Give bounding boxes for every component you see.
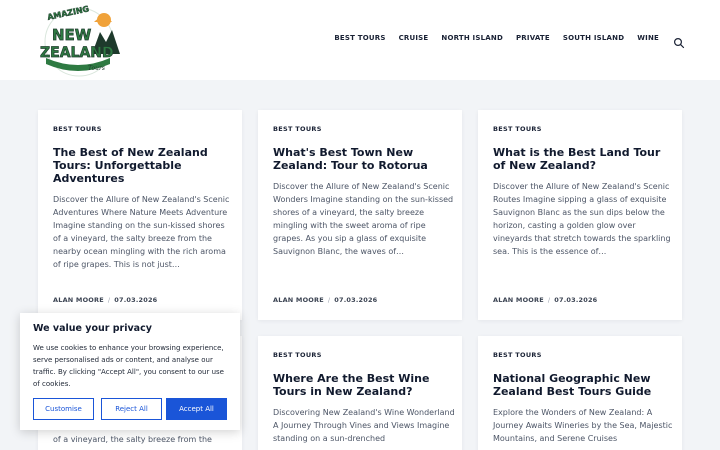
post-card: BEST TOURS What is the Best Land Tour of… — [478, 110, 682, 320]
meta-separator: / — [547, 296, 551, 304]
post-category[interactable]: BEST TOURS — [493, 125, 542, 133]
cookie-title: We value your privacy — [33, 323, 152, 334]
meta-separator: / — [107, 296, 111, 304]
nav-item-private[interactable]: PRIVATE — [516, 34, 550, 42]
post-category[interactable]: BEST TOURS — [53, 125, 102, 133]
post-category[interactable]: BEST TOURS — [273, 351, 322, 359]
post-author[interactable]: ALAN MOORE — [493, 296, 544, 304]
post-card: BEST TOURS The Best of New Zealand Tours… — [38, 110, 242, 320]
post-meta: ALAN MOORE/07.03.2026 — [53, 296, 157, 304]
nav-item-cruise[interactable]: CRUISE — [399, 34, 429, 42]
post-meta: ALAN MOORE/07.03.2026 — [273, 296, 377, 304]
post-date: 07.03.2026 — [334, 296, 378, 304]
post-title[interactable]: What is the Best Land Tour of New Zealan… — [493, 146, 673, 172]
post-excerpt: Discover the Allure of New Zealand's Sce… — [273, 182, 454, 257]
post-card: BEST TOURS What's Best Town New Zealand:… — [258, 110, 462, 320]
post-excerpt: Discover the Allure of New Zealand's Sce… — [53, 195, 230, 270]
primary-nav: BEST TOURS CRUISE NORTH ISLAND PRIVATE S… — [334, 34, 659, 42]
post-excerpt: Explore the Wonders of New Zealand: A Jo… — [493, 408, 673, 444]
cookie-consent-banner: We value your privacy We use cookies to … — [20, 313, 240, 430]
post-title[interactable]: The Best of New Zealand Tours: Unforgett… — [53, 146, 233, 185]
logo-sub-text: Tours — [88, 65, 105, 72]
post-category[interactable]: BEST TOURS — [273, 125, 322, 133]
reject-all-button[interactable]: Reject All — [101, 398, 162, 420]
post-author[interactable]: ALAN MOORE — [273, 296, 324, 304]
post-title[interactable]: National Geographic New Zealand Best Tou… — [493, 372, 673, 398]
post-date: 07.03.2026 — [114, 296, 158, 304]
post-card: BEST TOURS Where Are the Best Wine Tours… — [258, 336, 462, 450]
logo-main-text-2: ZEALAND — [40, 45, 114, 61]
post-excerpt: of a vineyard, the salty breeze from the — [53, 435, 212, 444]
post-title[interactable]: Where Are the Best Wine Tours in New Zea… — [273, 372, 453, 398]
post-author[interactable]: ALAN MOORE — [53, 296, 104, 304]
site-logo[interactable]: AMAZING NEW ZEALAND Tours — [38, 2, 124, 78]
post-excerpt: Discover the Allure of New Zealand's Sce… — [493, 182, 671, 257]
customise-button[interactable]: Customise — [33, 398, 94, 420]
post-title[interactable]: What's Best Town New Zealand: Tour to Ro… — [273, 146, 453, 172]
meta-separator: / — [327, 296, 331, 304]
accept-all-button[interactable]: Accept All — [166, 398, 227, 420]
cookie-text: We use cookies to enhance your browsing … — [33, 344, 224, 388]
nav-item-south-island[interactable]: SOUTH ISLAND — [563, 34, 624, 42]
post-meta: ALAN MOORE/07.03.2026 — [493, 296, 597, 304]
post-card: BEST TOURS National Geographic New Zeala… — [478, 336, 682, 450]
nav-item-north-island[interactable]: NORTH ISLAND — [441, 34, 503, 42]
nav-item-wine[interactable]: WINE — [637, 34, 659, 42]
logo-main-text-1: NEW — [52, 26, 92, 44]
post-category[interactable]: BEST TOURS — [493, 351, 542, 359]
nav-item-best-tours[interactable]: BEST TOURS — [334, 34, 385, 42]
post-excerpt: Discovering New Zealand's Wine Wonderlan… — [273, 408, 455, 444]
site-header: AMAZING NEW ZEALAND Tours BEST TOURS CRU… — [0, 0, 720, 80]
search-icon[interactable] — [673, 34, 685, 49]
post-date: 07.03.2026 — [554, 296, 598, 304]
